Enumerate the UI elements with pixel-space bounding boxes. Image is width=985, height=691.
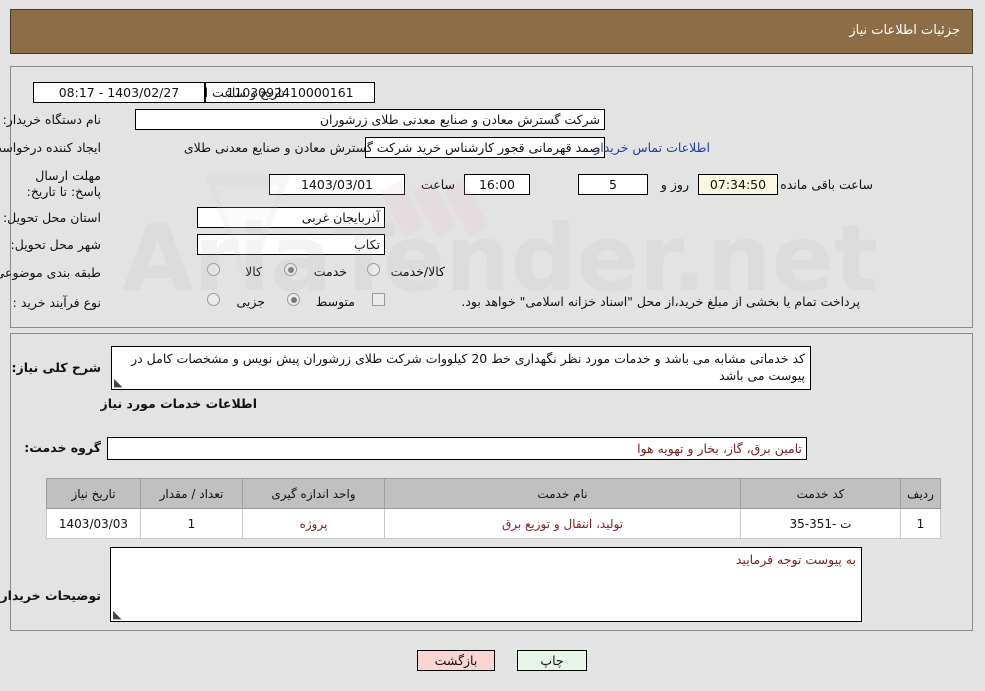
col-header-radif: ردیف xyxy=(900,478,941,509)
col-header-code: کد خدمت xyxy=(740,478,901,509)
buyer-org-value: شرکت گسترش معادن و صنایع معدنی طلای زرشو… xyxy=(135,109,605,130)
treasury-bond-checkbox[interactable] xyxy=(372,293,385,306)
cell-code: ت -351-35 xyxy=(740,508,901,539)
page-header-bar: جزئیات اطلاعات نیاز xyxy=(10,9,973,54)
col-header-name: نام خدمت xyxy=(384,478,741,509)
general-description-label: شرح کلی نیاز: xyxy=(11,360,101,375)
services-section-title: اطلاعات خدمات مورد نیاز xyxy=(100,396,258,411)
process-type-label: نوع فرآیند خرید : xyxy=(12,295,101,310)
col-header-qty: تعداد / مقدار xyxy=(140,478,243,509)
table-row: 1 ت -351-35 تولید، انتقال و توزیع برق پر… xyxy=(46,508,941,539)
table-header-row: ردیف کد خدمت نام خدمت واحد اندازه گیری ت… xyxy=(46,478,941,509)
cell-qty: 1 xyxy=(140,508,243,539)
col-header-unit: واحد اندازه گیری xyxy=(242,478,385,509)
page-title: جزئیات اطلاعات نیاز xyxy=(849,23,960,38)
province-label: استان محل تحویل: xyxy=(2,210,101,225)
need-info-panel xyxy=(10,66,973,328)
remaining-days-value: 5 xyxy=(578,174,648,195)
service-group-value: تامین برق، گاز، بخار و تهویه هوا xyxy=(107,437,807,460)
cell-radif: 1 xyxy=(900,508,941,539)
col-header-date: تاریخ نیاز xyxy=(46,478,141,509)
page-root: AriaTender.net جزئیات اطلاعات نیاز شماره… xyxy=(0,0,985,691)
province-value: آذربایجان غربی xyxy=(197,207,385,228)
deadline-hour-label: ساعت xyxy=(420,177,455,192)
category-radio-kala-khedmat[interactable] xyxy=(367,263,380,276)
print-button[interactable]: چاپ xyxy=(517,650,587,671)
category-label: طبقه بندی موضوعی: xyxy=(0,265,101,280)
buyer-notes-text: به پیوست توجه فرمایید xyxy=(735,552,856,567)
resize-grip-icon-notes[interactable]: ◢ xyxy=(113,608,125,621)
category-label-khedmat: خدمت xyxy=(313,264,347,279)
buyer-org-label: نام دستگاه خریدار: xyxy=(2,112,101,127)
buyer-contact-link[interactable]: اطلاعات تماس خریدار xyxy=(594,140,710,155)
general-description-value[interactable]: کد خدماتی مشابه می باشد و خدمات مورد نظر… xyxy=(111,346,811,390)
process-radio-jozi[interactable] xyxy=(207,293,220,306)
remaining-suffix-label: ساعت باقی مانده xyxy=(780,177,873,192)
services-table: ردیف کد خدمت نام خدمت واحد اندازه گیری ت… xyxy=(46,478,941,539)
request-creator-label: ایجاد کننده درخواست: xyxy=(0,140,101,155)
days-and-label: روز و xyxy=(660,177,689,192)
request-creator-value: صمد قهرمانی قجور کارشناس خرید شرکت گسترش… xyxy=(184,137,605,158)
process-label-motavasset: متوسط xyxy=(315,294,355,309)
city-label: شهر محل تحویل: xyxy=(10,237,101,252)
general-description-text: کد خدماتی مشابه می باشد و خدمات مورد نظر… xyxy=(131,351,805,383)
deadline-date-value: 1403/03/01 xyxy=(269,174,405,195)
category-label-kala-khedmat: کالا/خدمت xyxy=(390,264,445,279)
category-label-kala: کالا xyxy=(245,264,262,279)
category-radio-kala[interactable] xyxy=(207,263,220,276)
cell-date: 1403/03/03 xyxy=(46,508,141,539)
process-label-jozi: جزیی xyxy=(236,294,265,309)
treasury-bond-label: پرداخت تمام یا بخشی از مبلغ خرید،از محل … xyxy=(461,294,860,309)
process-radio-motavasset[interactable] xyxy=(287,293,300,306)
buyer-notes-value[interactable]: به پیوست توجه فرمایید ◢ xyxy=(110,547,862,622)
deadline-hour-value: 16:00 xyxy=(464,174,530,195)
cell-unit: پروژه xyxy=(242,508,385,539)
back-button[interactable]: بازگشت xyxy=(417,650,495,671)
announce-datetime-value: 1403/02/27 - 08:17 xyxy=(33,82,205,103)
city-value: تکاب xyxy=(197,234,385,255)
remaining-time-value: 07:34:50 xyxy=(698,174,778,195)
deadline-label: مهلت ارسال پاسخ: تا تاریخ: xyxy=(26,168,101,199)
service-group-label: گروه خدمت: xyxy=(24,440,101,455)
resize-grip-icon[interactable]: ◢ xyxy=(114,376,126,389)
cell-name: تولید، انتقال و توزیع برق xyxy=(384,508,741,539)
buyer-notes-label: توضیحات خریدار: xyxy=(0,588,101,603)
category-radio-khedmat[interactable] xyxy=(284,263,297,276)
